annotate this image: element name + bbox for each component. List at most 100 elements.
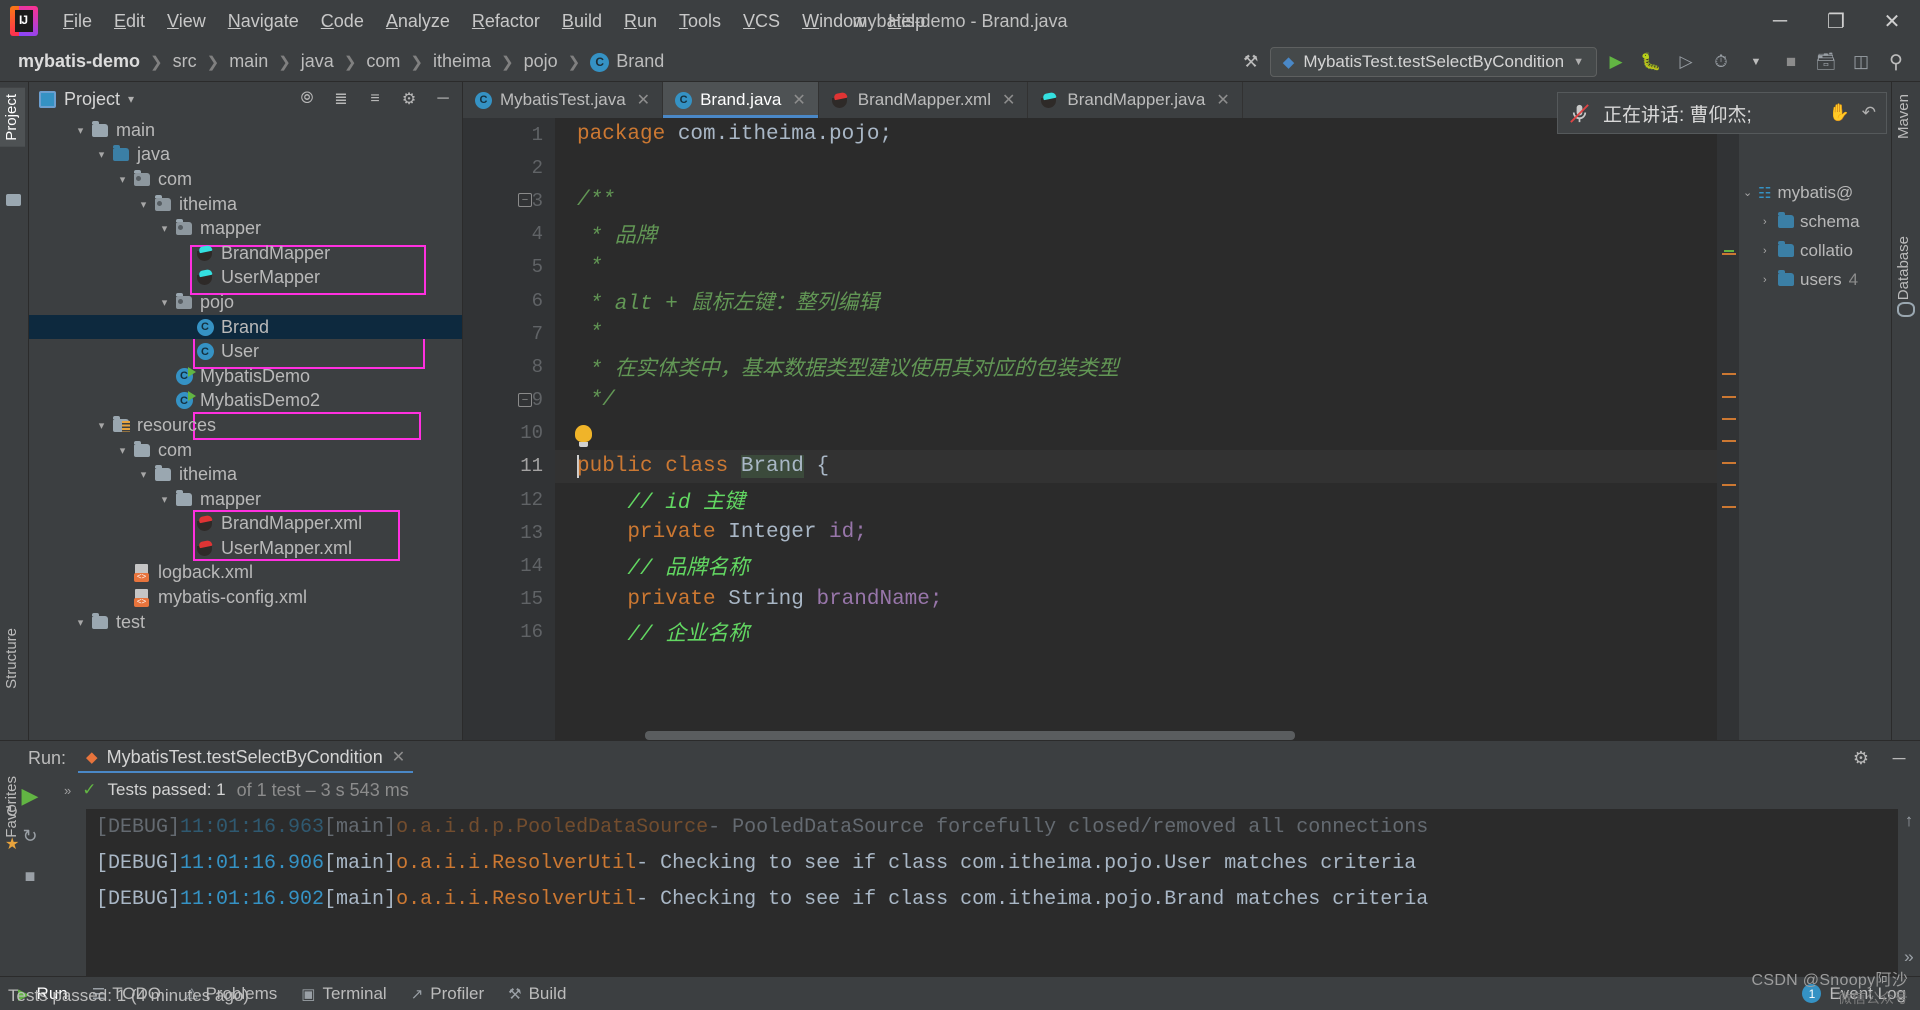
refresh-icon[interactable]: ↻	[5, 802, 18, 822]
chevron-down-icon[interactable]: ▾	[156, 493, 173, 506]
code-line[interactable]: // 企业名称	[555, 616, 1736, 649]
menu-item-edit[interactable]: Edit	[103, 8, 156, 35]
intention-bulb-icon[interactable]	[575, 424, 592, 447]
code-line[interactable]: * 品牌	[555, 218, 1736, 251]
close-icon[interactable]: ✕	[637, 90, 650, 110]
code-content[interactable]: package com.itheima.pojo; /** * 品牌 * * al…	[555, 118, 1736, 740]
code-line[interactable]: * 在实体类中，基本数据类型建议使用其对应的包装类型	[555, 350, 1736, 383]
hide-panel-icon[interactable]: ─	[430, 86, 456, 112]
breadcrumb-item-itheima[interactable]: itheima	[429, 49, 495, 74]
run-configuration-selector[interactable]: ◆ MybatisTest.testSelectByCondition ▼	[1269, 47, 1597, 77]
tree-node-logback-xml[interactable]: <> logback.xml	[29, 561, 462, 586]
chevron-down-icon[interactable]: ▾	[128, 92, 134, 106]
chevron-down-icon[interactable]: ▾	[93, 148, 110, 161]
menu-item-vcs[interactable]: VCS	[732, 8, 791, 35]
code-line[interactable]: private Integer id;	[555, 516, 1736, 549]
chevron-down-icon[interactable]: ▾	[93, 419, 110, 432]
star-icon[interactable]: ★	[5, 834, 19, 854]
menu-item-tools[interactable]: Tools	[668, 8, 732, 35]
chevron-down-icon[interactable]: ▾	[114, 173, 131, 186]
menu-item-run[interactable]: Run	[613, 8, 668, 35]
tree-node-User[interactable]: C User	[29, 339, 462, 364]
tree-node-BrandMapper-xml[interactable]: BrandMapper.xml	[29, 512, 462, 537]
expand-all-icon[interactable]: ≣	[328, 86, 354, 112]
run-hide-icon[interactable]: ─	[1886, 745, 1912, 771]
code-line[interactable]	[555, 417, 1736, 450]
chevron-down-icon[interactable]: ▾	[114, 444, 131, 457]
menu-item-analyze[interactable]: Analyze	[375, 8, 461, 35]
editor-tab-BrandMapper-xml[interactable]: BrandMapper.xml ✕	[819, 82, 1029, 118]
chevron-icon[interactable]: ›	[1763, 216, 1778, 228]
editor-tab-Brand-java[interactable]: C Brand.java ✕	[663, 82, 819, 118]
database-tool-window[interactable]: ⌄ ☷ mybatis@ › schema › collatio › users 4	[1736, 118, 1891, 740]
tree-node-mapper[interactable]: ▾ mapper	[29, 216, 462, 241]
sidebar-item-project[interactable]: Project	[0, 88, 25, 147]
settings-gear-icon[interactable]: ⚙	[396, 86, 422, 112]
build-icon[interactable]: ⚒	[1235, 47, 1267, 77]
breadcrumb-item-src[interactable]: src	[169, 49, 201, 74]
search-icon[interactable]: ⚲	[1880, 47, 1912, 77]
code-line[interactable]: public class Brand {	[555, 449, 1736, 484]
code-line[interactable]: *	[555, 251, 1736, 284]
chevron-down-icon[interactable]: ▾	[135, 468, 152, 481]
run-coverage-icon[interactable]: ▷	[1670, 47, 1702, 77]
tree-node-pojo[interactable]: ▾ pojo	[29, 290, 462, 315]
tree-node-test[interactable]: ▾ test	[29, 610, 462, 635]
breadcrumb-item-pojo[interactable]: pojo	[520, 49, 562, 74]
chevron-icon[interactable]: ⌄	[1743, 186, 1758, 199]
breadcrumb-item-mybatis-demo[interactable]: mybatis-demo	[14, 49, 144, 74]
stop-run-icon[interactable]: ■	[15, 861, 45, 891]
tree-node-BrandMapper[interactable]: BrandMapper	[29, 241, 462, 266]
tree-node-MybatisDemo2[interactable]: C MybatisDemo2	[29, 389, 462, 414]
close-icon[interactable]: ✕	[1216, 90, 1229, 110]
code-line[interactable]: */	[555, 384, 1736, 417]
code-line[interactable]: private String brandName;	[555, 583, 1736, 616]
breadcrumb-item-java[interactable]: java	[297, 49, 338, 74]
chevron-down-icon[interactable]: ▾	[72, 616, 89, 629]
sidebar-item-structure[interactable]: Structure	[0, 622, 25, 695]
chevron-down-icon[interactable]: ▾	[156, 222, 173, 235]
code-line[interactable]: // id 主键	[555, 483, 1736, 516]
toast-hands-icon[interactable]: ✋	[1829, 103, 1850, 123]
chevron-icon[interactable]: ›	[1763, 245, 1778, 257]
menu-item-navigate[interactable]: Navigate	[217, 8, 310, 35]
tree-node-java[interactable]: ▾ java	[29, 143, 462, 168]
scroll-up-icon[interactable]: ↑	[1904, 813, 1914, 832]
stop-icon[interactable]: ■	[1775, 47, 1807, 77]
database-node-schema[interactable]: › schema	[1737, 207, 1891, 236]
code-line[interactable]: // 品牌名称	[555, 549, 1736, 582]
console-scroll-controls[interactable]: ↑ »	[1898, 809, 1920, 976]
database-node-users[interactable]: › users 4	[1737, 265, 1891, 294]
chevron-down-icon[interactable]: ▾	[135, 198, 152, 211]
collapse-all-icon[interactable]: ≡	[362, 86, 388, 112]
code-fold-icon[interactable]: −	[518, 392, 532, 407]
tree-node-MybatisDemo[interactable]: C MybatisDemo	[29, 364, 462, 389]
locate-icon[interactable]: ⦾	[294, 86, 320, 112]
chevron-down-icon[interactable]: ▾	[72, 124, 89, 137]
toast-undo-icon[interactable]: ↶	[1862, 103, 1876, 123]
database-node-collatio[interactable]: › collatio	[1737, 236, 1891, 265]
tree-node-resources[interactable]: ▾ resources	[29, 413, 462, 438]
menu-item-refactor[interactable]: Refactor	[461, 8, 551, 35]
close-icon[interactable]: ✕	[1002, 90, 1015, 110]
close-icon[interactable]: ✕	[792, 90, 805, 110]
tree-node-Brand[interactable]: C Brand	[29, 314, 462, 340]
update-project-icon[interactable]: 🗃	[1810, 47, 1842, 77]
breadcrumb-item-com[interactable]: com	[362, 49, 404, 74]
tree-node-mapper[interactable]: ▾ mapper	[29, 487, 462, 512]
tree-node-main[interactable]: ▾ main	[29, 118, 462, 143]
status-item-build[interactable]: ⚒ Build	[496, 981, 578, 1007]
debug-icon[interactable]: 🐛	[1635, 47, 1667, 77]
console-output[interactable]: [DEBUG] 11:01:16.963 [main] o.a.i.d.p.Po…	[86, 809, 1920, 976]
menu-item-file[interactable]: File	[52, 8, 103, 35]
chevron-down-icon[interactable]: ▼	[1740, 47, 1772, 77]
chevron-icon[interactable]: ›	[1763, 274, 1778, 286]
breadcrumb-item-brand[interactable]: C Brand	[586, 49, 668, 74]
editor-tab-MybatisTest-java[interactable]: C MybatisTest.java ✕	[463, 82, 664, 118]
code-line[interactable]	[555, 151, 1736, 184]
minimize-button[interactable]: ─	[1752, 0, 1808, 42]
tree-node-itheima[interactable]: ▾ itheima	[29, 462, 462, 487]
tree-node-UserMapper-xml[interactable]: UserMapper.xml	[29, 536, 462, 561]
close-button[interactable]: ✕	[1864, 0, 1920, 42]
sidebar-item-database[interactable]: Database	[1890, 230, 1917, 306]
